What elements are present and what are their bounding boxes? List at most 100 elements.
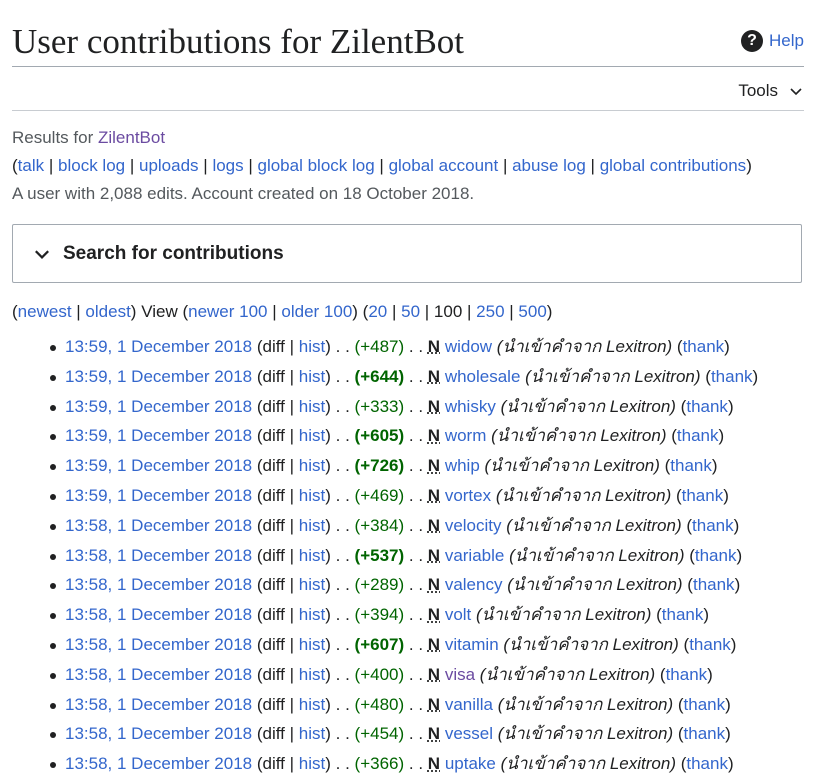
page-link[interactable]: velocity [445, 516, 502, 535]
tools-menu[interactable]: Tools [738, 81, 804, 101]
older-link[interactable]: older 100 [281, 302, 352, 321]
page-link[interactable]: vitamin [445, 635, 499, 654]
hist-link[interactable]: hist [299, 754, 325, 773]
thank-link[interactable]: thank [711, 367, 753, 386]
thank-link[interactable]: thank [695, 546, 737, 565]
separator: . . [335, 605, 350, 625]
thank-link[interactable]: thank [670, 456, 712, 475]
search-contributions-toggle[interactable]: Search for contributions [12, 224, 802, 283]
thank-link[interactable]: thank [682, 486, 724, 505]
timestamp-link[interactable]: 13:59, 1 December 2018 [65, 456, 252, 475]
hist-link[interactable]: hist [299, 695, 325, 714]
separator: . . [335, 337, 350, 356]
tools-label[interactable]: Tools [738, 81, 778, 101]
limit-20-link[interactable]: 20 [368, 302, 387, 321]
hist-link[interactable]: hist [299, 337, 325, 356]
timestamp-link[interactable]: 13:59, 1 December 2018 [65, 397, 252, 416]
edit-summary: (นำเข้าคำจาก Lexitron) [497, 724, 674, 744]
global-block-log-link[interactable]: global block log [258, 156, 375, 175]
global-account-link[interactable]: global account [389, 156, 499, 175]
thank-link[interactable]: thank [686, 397, 728, 416]
hist-link[interactable]: hist [299, 456, 325, 475]
page-link[interactable]: valency [445, 575, 503, 594]
thank-link[interactable]: thank [662, 605, 704, 624]
limit-250-link[interactable]: 250 [476, 302, 504, 321]
timestamp-link[interactable]: 13:59, 1 December 2018 [65, 337, 252, 356]
page-link[interactable]: whisky [445, 397, 496, 416]
user-link[interactable]: ZilentBot [98, 128, 165, 147]
limit-500-link[interactable]: 500 [518, 302, 546, 321]
new-page-marker: N [427, 724, 441, 744]
timestamp-link[interactable]: 13:58, 1 December 2018 [65, 605, 252, 624]
page-link[interactable]: volt [445, 605, 471, 624]
timestamp-link[interactable]: 13:59, 1 December 2018 [65, 367, 252, 386]
hist-link[interactable]: hist [299, 486, 325, 505]
page-link[interactable]: visa [445, 665, 475, 684]
limit-50-link[interactable]: 50 [401, 302, 420, 321]
diff-label: diff [262, 575, 285, 595]
new-page-marker: N [427, 366, 441, 386]
list-item: 13:58, 1 December 2018 (diff | hist) . .… [12, 660, 758, 690]
block-log-link[interactable]: block log [58, 156, 125, 175]
hist-link[interactable]: hist [299, 635, 325, 654]
thank-link[interactable]: thank [666, 665, 708, 684]
page-link[interactable]: wholesale [445, 367, 521, 386]
separator: . . [335, 545, 350, 565]
logs-link[interactable]: logs [212, 156, 243, 175]
size-change: (+487) [354, 337, 405, 356]
thank-link[interactable]: thank [684, 724, 726, 743]
separator: . . [408, 634, 424, 654]
abuse-log-link[interactable]: abuse log [512, 156, 586, 175]
page-link[interactable]: vessel [445, 724, 493, 743]
hist-link[interactable]: hist [299, 367, 325, 386]
hist-link[interactable]: hist [299, 516, 325, 535]
thank-link[interactable]: thank [677, 426, 719, 445]
thank-link[interactable]: thank [684, 695, 726, 714]
timestamp-link[interactable]: 13:58, 1 December 2018 [65, 546, 252, 565]
newer-link[interactable]: newer 100 [188, 302, 267, 321]
thank-link[interactable]: thank [683, 337, 725, 356]
timestamp-link[interactable]: 13:58, 1 December 2018 [65, 724, 252, 743]
list-item: 13:58, 1 December 2018 (diff | hist) . .… [12, 749, 758, 779]
timestamp-link[interactable]: 13:58, 1 December 2018 [65, 516, 252, 535]
page-link[interactable]: vortex [445, 486, 491, 505]
page-link[interactable]: widow [445, 337, 492, 356]
diff-label: diff [262, 724, 285, 744]
timestamp-link[interactable]: 13:59, 1 December 2018 [65, 426, 252, 445]
timestamp-link[interactable]: 13:59, 1 December 2018 [65, 486, 252, 505]
help-link[interactable]: ? Help [741, 30, 804, 52]
hist-link[interactable]: hist [299, 546, 325, 565]
hist-link[interactable]: hist [299, 665, 325, 684]
separator: . . [408, 366, 424, 386]
timestamp-link[interactable]: 13:58, 1 December 2018 [65, 695, 252, 714]
talk-link[interactable]: talk [18, 156, 44, 175]
hist-link[interactable]: hist [299, 575, 325, 594]
page-link[interactable]: variable [445, 546, 505, 565]
page-link[interactable]: whip [445, 456, 480, 475]
timestamp-link[interactable]: 13:58, 1 December 2018 [65, 754, 252, 773]
thank-link[interactable]: thank [689, 635, 731, 654]
page-link[interactable]: worm [445, 426, 487, 445]
timestamp-link[interactable]: 13:58, 1 December 2018 [65, 635, 252, 654]
page-link[interactable]: uptake [445, 754, 496, 773]
oldest-link[interactable]: oldest [85, 302, 130, 321]
hist-link[interactable]: hist [299, 426, 325, 445]
global-contributions-link[interactable]: global contributions [600, 156, 746, 175]
help-label[interactable]: Help [769, 31, 804, 51]
size-change: (+644) [354, 366, 405, 386]
thank-link[interactable]: thank [693, 575, 735, 594]
separator: . . [408, 515, 424, 535]
uploads-link[interactable]: uploads [139, 156, 199, 175]
thank-link[interactable]: thank [692, 516, 734, 535]
timestamp-link[interactable]: 13:58, 1 December 2018 [65, 575, 252, 594]
timestamp-link[interactable]: 13:58, 1 December 2018 [65, 665, 252, 684]
hist-link[interactable]: hist [299, 724, 325, 743]
page-link[interactable]: vanilla [445, 695, 493, 714]
newest-link[interactable]: newest [18, 302, 72, 321]
edit-summary: (นำเข้าคำจาก Lexitron) [479, 664, 656, 684]
search-contributions-label: Search for contributions [63, 242, 284, 264]
hist-link[interactable]: hist [299, 397, 325, 416]
list-item: 13:59, 1 December 2018 (diff | hist) . .… [12, 392, 758, 422]
thank-link[interactable]: thank [686, 754, 728, 773]
hist-link[interactable]: hist [299, 605, 325, 624]
